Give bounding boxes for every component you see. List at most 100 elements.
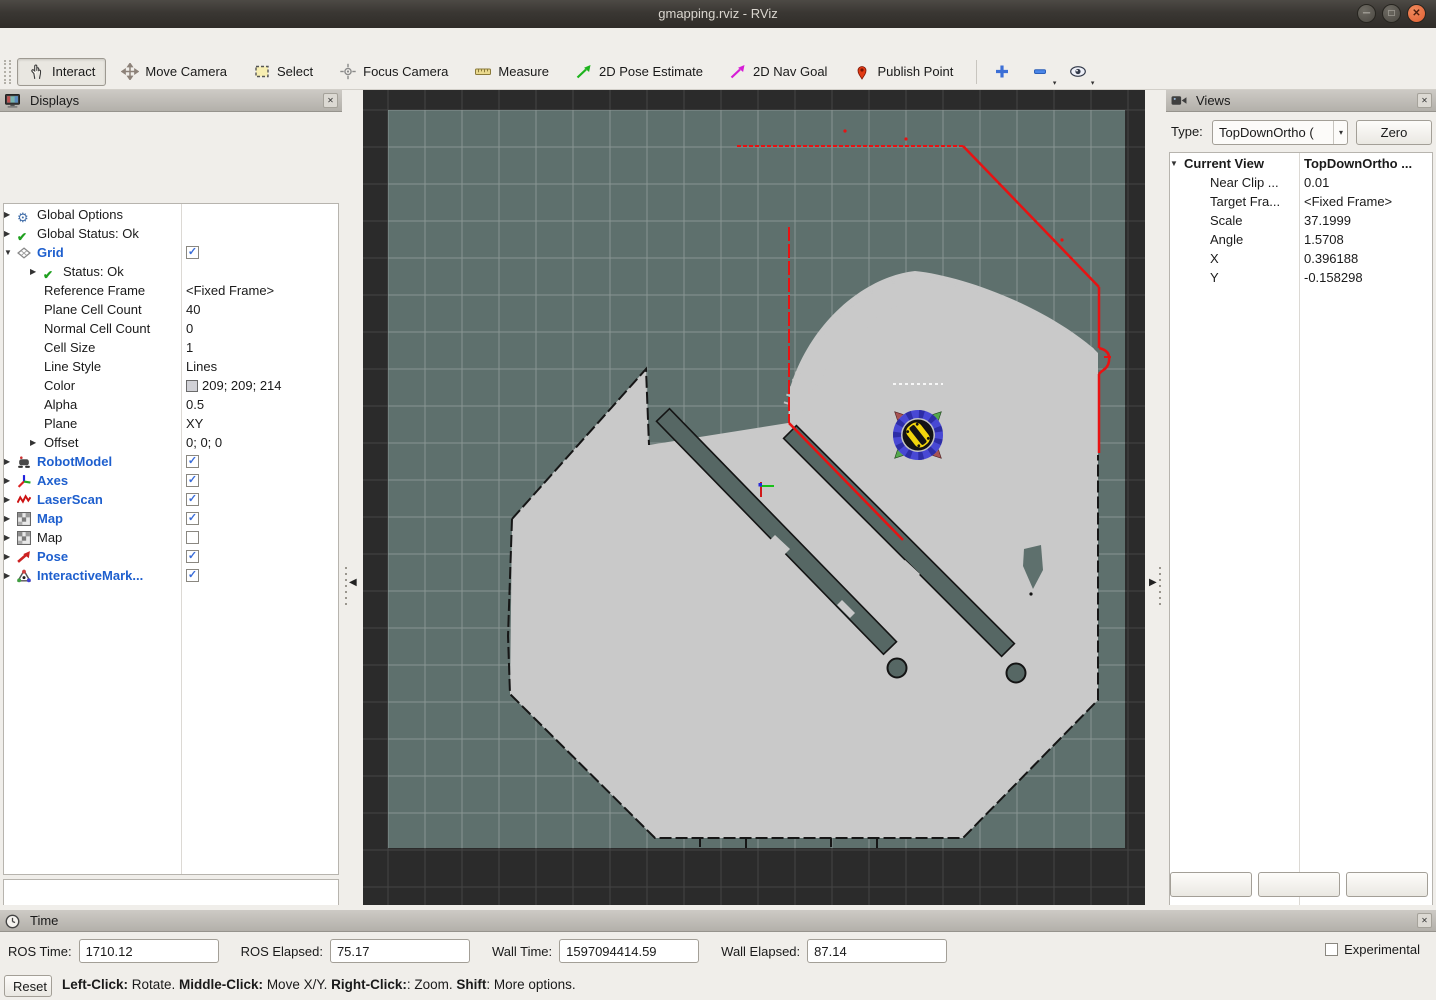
collapse-left-icon[interactable]: ◀	[349, 577, 357, 588]
dropdown-arrow-icon[interactable]: ▾	[1091, 79, 1095, 87]
tool-button[interactable]: Select	[242, 58, 324, 86]
experimental-checkbox[interactable]	[1325, 943, 1338, 956]
tree-row[interactable]: Y -0.158298	[1170, 268, 1432, 287]
visibility-checkbox[interactable]: ✓	[186, 474, 199, 487]
panel-button[interactable]	[1258, 872, 1340, 897]
expander-icon[interactable]: ▶	[4, 566, 17, 585]
tool-button[interactable]: 2D Pose Estimate	[564, 58, 714, 86]
tree-row[interactable]: Color 209; 209; 214	[4, 376, 338, 395]
expander-icon[interactable]: ▶	[4, 205, 17, 224]
tree-row[interactable]: Reference Frame <Fixed Frame>	[4, 281, 338, 300]
tree-row[interactable]: Plane XY	[4, 414, 338, 433]
zero-button[interactable]: Zero	[1356, 120, 1432, 145]
expander-icon[interactable]: ▶	[4, 452, 17, 471]
tool-button[interactable]: 2D Nav Goal	[718, 58, 838, 86]
property-value[interactable]: 40	[186, 300, 200, 319]
panel-close-icon[interactable]: ✕	[1417, 913, 1432, 928]
visibility-checkbox[interactable]: ✓	[186, 493, 199, 506]
property-value[interactable]: 1	[186, 338, 193, 357]
tree-row[interactable]: Plane Cell Count 40	[4, 300, 338, 319]
expander-icon[interactable]: ▶	[4, 547, 17, 566]
tree-row[interactable]: ▼ Grid ✓	[4, 243, 338, 262]
time-panel-header[interactable]: Time ✕	[0, 910, 1436, 932]
tree-row[interactable]: Near Clip ... 0.01	[1170, 173, 1432, 192]
property-value[interactable]: 209; 209; 214	[202, 376, 282, 395]
tree-row[interactable]: ▶ ⚙ Global Options	[4, 205, 338, 224]
time-input[interactable]	[807, 939, 947, 963]
expander-icon[interactable]: ▶	[30, 262, 43, 281]
close-button[interactable]: ✕	[1407, 4, 1426, 23]
minimize-button[interactable]: ─	[1357, 4, 1376, 23]
tree-row[interactable]: Cell Size 1	[4, 338, 338, 357]
tree-row[interactable]: ▶ LaserScan ✓	[4, 490, 338, 509]
expander-icon[interactable]: ▼	[4, 243, 17, 262]
visibility-checkbox[interactable]: ✓	[186, 569, 199, 582]
expander-icon[interactable]: ▶	[4, 224, 17, 243]
time-input[interactable]	[559, 939, 699, 963]
property-value[interactable]: 0	[186, 319, 193, 338]
tool-button[interactable]: ▾	[1023, 58, 1057, 86]
view-type-select[interactable]: TopDownOrtho ( ▾	[1212, 120, 1348, 145]
tool-button[interactable]: Move Camera	[110, 58, 238, 86]
property-value[interactable]: 37.1999	[1304, 211, 1351, 230]
title-bar[interactable]: gmapping.rviz - RViz ─ □ ✕	[0, 0, 1436, 28]
visibility-checkbox[interactable]: ✓	[186, 512, 199, 525]
property-value[interactable]: TopDownOrtho ...	[1304, 154, 1412, 173]
property-value[interactable]: XY	[186, 414, 203, 433]
time-input[interactable]	[330, 939, 470, 963]
views-panel-header[interactable]: Views ✕	[1166, 90, 1436, 112]
menu-item[interactable]	[50, 38, 72, 44]
tree-row[interactable]: ▶ Map	[4, 528, 338, 547]
tree-row[interactable]: Scale 37.1999	[1170, 211, 1432, 230]
dropdown-arrow-icon[interactable]: ▾	[1053, 79, 1057, 87]
property-value[interactable]: -0.158298	[1304, 268, 1363, 287]
tree-row[interactable]: ▶ RobotModel ✓	[4, 452, 338, 471]
menu-item[interactable]	[6, 38, 28, 44]
tool-button[interactable]: Publish Point	[842, 58, 964, 86]
property-value[interactable]: 1.5708	[1304, 230, 1344, 249]
tree-row[interactable]: X 0.396188	[1170, 249, 1432, 268]
reset-button[interactable]: Reset	[4, 975, 52, 997]
property-value[interactable]: 0.5	[186, 395, 204, 414]
tree-row[interactable]: ▶ ✔ Global Status: Ok	[4, 224, 338, 243]
right-splitter[interactable]: ▶	[1145, 90, 1166, 905]
tree-row[interactable]: Alpha 0.5	[4, 395, 338, 414]
tool-button[interactable]: ▾	[1061, 58, 1095, 86]
expander-icon[interactable]: ▶	[4, 509, 17, 528]
tree-row[interactable]: ▶ Pose ✓	[4, 547, 338, 566]
toolbar-drag-handle[interactable]	[4, 60, 11, 84]
visibility-checkbox[interactable]: ✓	[186, 455, 199, 468]
tool-button[interactable]: Focus Camera	[328, 58, 459, 86]
render-viewport[interactable]	[363, 90, 1145, 905]
expander-icon[interactable]: ▶	[4, 528, 17, 547]
property-value[interactable]: 0.396188	[1304, 249, 1358, 268]
expander-icon[interactable]: ▶	[4, 471, 17, 490]
property-value[interactable]: <Fixed Frame>	[1304, 192, 1392, 211]
property-value[interactable]: 0; 0; 0	[186, 433, 222, 452]
visibility-checkbox[interactable]: ✓	[186, 246, 199, 259]
visibility-checkbox[interactable]	[186, 531, 199, 544]
time-input[interactable]	[79, 939, 219, 963]
tree-row[interactable]: ▼ Current View TopDownOrtho ...	[1170, 154, 1432, 173]
collapse-right-icon[interactable]: ▶	[1149, 577, 1157, 588]
tree-row[interactable]: Angle 1.5708	[1170, 230, 1432, 249]
property-value[interactable]: Lines	[186, 357, 217, 376]
left-splitter[interactable]: ◀	[342, 90, 363, 905]
tree-row[interactable]: ▶ Offset 0; 0; 0	[4, 433, 338, 452]
tool-button[interactable]: Interact	[17, 58, 106, 86]
tree-row[interactable]: ▶ InteractiveMark... ✓	[4, 566, 338, 585]
maximize-button[interactable]: □	[1382, 4, 1401, 23]
visibility-checkbox[interactable]: ✓	[186, 550, 199, 563]
property-value[interactable]: <Fixed Frame>	[186, 281, 274, 300]
menu-item[interactable]	[28, 38, 50, 44]
color-swatch[interactable]	[186, 380, 198, 392]
expander-icon[interactable]: ▶	[4, 490, 17, 509]
experimental-checkbox-row[interactable]: Experimental	[1325, 942, 1420, 957]
expander-icon[interactable]: ▶	[30, 433, 43, 452]
tree-row[interactable]: ▶ ✔ Status: Ok	[4, 262, 338, 281]
panel-close-icon[interactable]: ✕	[323, 93, 338, 108]
tree-row[interactable]: ▶ Map ✓	[4, 509, 338, 528]
tree-row[interactable]: Normal Cell Count 0	[4, 319, 338, 338]
robot-marker[interactable]	[890, 407, 946, 463]
tool-button[interactable]: ▾	[985, 58, 1019, 86]
